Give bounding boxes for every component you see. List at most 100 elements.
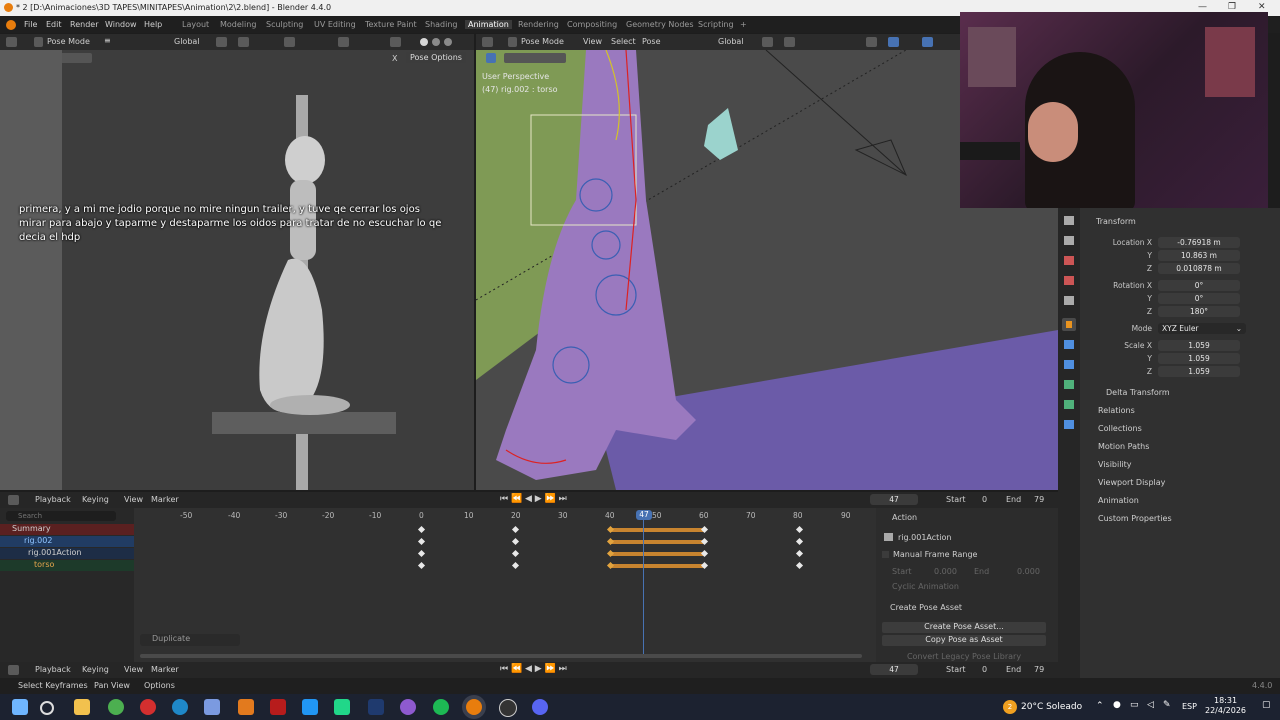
current-frame-field[interactable]: 47 [870, 494, 918, 505]
pose-mode-dropdown[interactable]: Pose Mode [521, 37, 564, 46]
gizmo-icon[interactable] [888, 37, 899, 47]
snap-icon[interactable] [238, 37, 249, 47]
menu-help[interactable]: Help [144, 20, 162, 29]
editor-type-icon[interactable] [8, 665, 19, 675]
motion-paths-section[interactable]: Motion Paths [1098, 442, 1149, 451]
search-icon[interactable] [40, 701, 54, 715]
weather-text[interactable]: 20°C Soleado [1021, 702, 1082, 712]
app-icon[interactable] [270, 699, 286, 715]
minimize-button[interactable]: — [1198, 2, 1207, 12]
select-mode-icons[interactable] [504, 53, 566, 63]
location-x-field[interactable]: -0.76918 m [1158, 237, 1240, 248]
torso-channel[interactable]: torso [0, 560, 134, 571]
editor-type-icon[interactable] [482, 37, 493, 47]
orientation-dropdown[interactable]: Global [718, 37, 744, 46]
end-frame-value[interactable]: 79 [1034, 665, 1044, 674]
create-pose-asset-button[interactable]: Create Pose Asset... [882, 622, 1046, 633]
material-shading-icon[interactable] [432, 38, 440, 46]
edge-icon[interactable] [172, 699, 188, 715]
animation-section[interactable]: Animation [1098, 496, 1139, 505]
world-tab-icon[interactable] [1064, 276, 1074, 285]
playback-controls[interactable]: ⏮ ⏪ ◀ ▶ ⏩ ⏭ [500, 664, 567, 674]
workspace-tab-compositing[interactable]: Compositing [567, 20, 617, 29]
xray-icon[interactable] [390, 37, 401, 47]
marker-menu[interactable]: Marker [151, 495, 179, 504]
close-button[interactable]: ✕ [1258, 2, 1266, 12]
network-icon[interactable]: ▭ [1130, 700, 1139, 710]
pivot-icon[interactable] [216, 37, 227, 47]
clock-date[interactable]: 22/4/2026 [1205, 706, 1246, 715]
workspace-tab-sculpting[interactable]: Sculpting [266, 20, 303, 29]
overlay-icon[interactable] [338, 37, 349, 47]
rendered-shading-icon[interactable] [444, 38, 452, 46]
summary-channel[interactable]: Summary [0, 524, 134, 535]
scale-z-field[interactable]: 1.059 [1158, 366, 1240, 377]
rig-channel[interactable]: rig.002 [0, 536, 134, 547]
blender-menu-icon[interactable] [6, 20, 16, 30]
notification-icon[interactable]: ▢ [1262, 700, 1271, 710]
left-viewport[interactable]: X Pose Options primera, y a mi me jodio … [0, 50, 474, 490]
playback-menu[interactable]: Playback [35, 495, 71, 504]
collections-section[interactable]: Collections [1098, 424, 1142, 433]
restore-button[interactable]: ❐ [1228, 2, 1236, 12]
solid-shading-icon[interactable] [420, 38, 428, 46]
workspace-tab-animation[interactable]: Animation [465, 20, 512, 29]
start-frame-value[interactable]: 0 [982, 495, 987, 504]
pycharm-icon[interactable] [334, 699, 350, 715]
channel-search-input[interactable] [6, 511, 118, 521]
spotify-icon[interactable] [433, 699, 449, 715]
scale-y-field[interactable]: 1.059 [1158, 353, 1240, 364]
workspace-tab-rendering[interactable]: Rendering [518, 20, 559, 29]
workspace-tab-modeling[interactable]: Modeling [220, 20, 256, 29]
location-y-field[interactable]: 10.863 m [1158, 250, 1240, 261]
physics-tab-icon[interactable] [1064, 360, 1074, 369]
orientation-dropdown[interactable]: Global [174, 37, 200, 46]
end-frame-value[interactable]: 79 [1034, 495, 1044, 504]
menu-edit[interactable]: Edit [46, 20, 62, 29]
visibility-icon[interactable] [866, 37, 877, 47]
marker-menu[interactable]: Marker [151, 665, 179, 674]
horizontal-scrollbar[interactable] [140, 654, 862, 658]
data-tab-icon[interactable] [1064, 400, 1074, 409]
playback-menu[interactable]: Playback [35, 665, 71, 674]
scene-tab-icon[interactable] [1064, 256, 1074, 265]
menu-view[interactable]: View [583, 37, 602, 46]
windows-start-icon[interactable] [12, 699, 28, 715]
start-frame-value[interactable]: 0 [982, 665, 987, 674]
hamburger-icon[interactable]: ≡ [104, 36, 111, 45]
x-mirror-toggle[interactable]: X [392, 54, 397, 63]
pose-mode-dropdown[interactable]: Pose Mode [47, 37, 90, 46]
keying-menu[interactable]: Keying [82, 495, 109, 504]
viewport-display-section[interactable]: Viewport Display [1098, 478, 1165, 487]
copy-pose-asset-button[interactable]: Copy Pose as Asset [882, 635, 1046, 646]
add-workspace-button[interactable]: + [740, 20, 747, 29]
scale-x-field[interactable]: 1.059 [1158, 340, 1240, 351]
bone-tab-icon[interactable] [1064, 420, 1074, 429]
app-icon[interactable] [204, 699, 220, 715]
pen-icon[interactable]: ✎ [1163, 700, 1171, 710]
menu-select[interactable]: Select [611, 37, 636, 46]
action-name[interactable]: rig.001Action [898, 533, 951, 542]
keying-menu[interactable]: Keying [82, 665, 109, 674]
workspace-tab-scripting[interactable]: Scripting [698, 20, 734, 29]
delta-transform-subpanel[interactable]: Delta Transform [1106, 388, 1170, 397]
range-start-value[interactable]: 0.000 [934, 567, 957, 576]
current-frame-field[interactable]: 47 [870, 664, 918, 675]
menu-file[interactable]: File [24, 20, 37, 29]
menu-pose[interactable]: Pose [642, 37, 661, 46]
workspace-tab-geometry-nodes[interactable]: Geometry Nodes [626, 20, 693, 29]
opera-icon[interactable] [140, 699, 156, 715]
playhead-line[interactable] [643, 520, 644, 655]
snap-icon[interactable] [784, 37, 795, 47]
rotation-mode-dropdown[interactable]: XYZ Euler ⌄ [1158, 323, 1246, 334]
pose-options-dropdown[interactable]: Pose Options [406, 52, 466, 63]
chrome-icon[interactable] [108, 699, 124, 715]
obs-icon[interactable] [499, 699, 517, 717]
channel-search[interactable] [6, 511, 118, 521]
photos-icon[interactable] [302, 699, 318, 715]
transform-section-header[interactable]: Transform [1096, 217, 1136, 226]
workspace-tab-texture-paint[interactable]: Texture Paint [365, 20, 417, 29]
collection-tab-icon[interactable] [1064, 296, 1074, 305]
object-tab-icon[interactable] [1062, 318, 1076, 331]
relations-section[interactable]: Relations [1098, 406, 1135, 415]
